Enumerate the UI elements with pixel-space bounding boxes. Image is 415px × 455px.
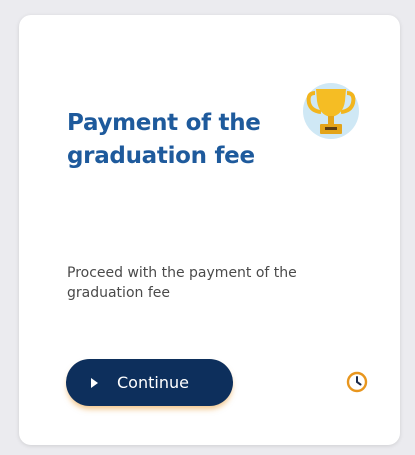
play-icon [91, 377, 98, 388]
clock-icon [346, 371, 368, 393]
continue-button-label: Continue [117, 373, 189, 392]
trophy-icon [301, 81, 361, 141]
payment-card: Payment of the graduation fee Proceed wi… [19, 15, 400, 445]
card-description: Proceed with the payment of the graduati… [67, 265, 297, 301]
card-title: Payment of the graduation fee [67, 110, 261, 169]
continue-button[interactable]: Continue [66, 359, 233, 406]
